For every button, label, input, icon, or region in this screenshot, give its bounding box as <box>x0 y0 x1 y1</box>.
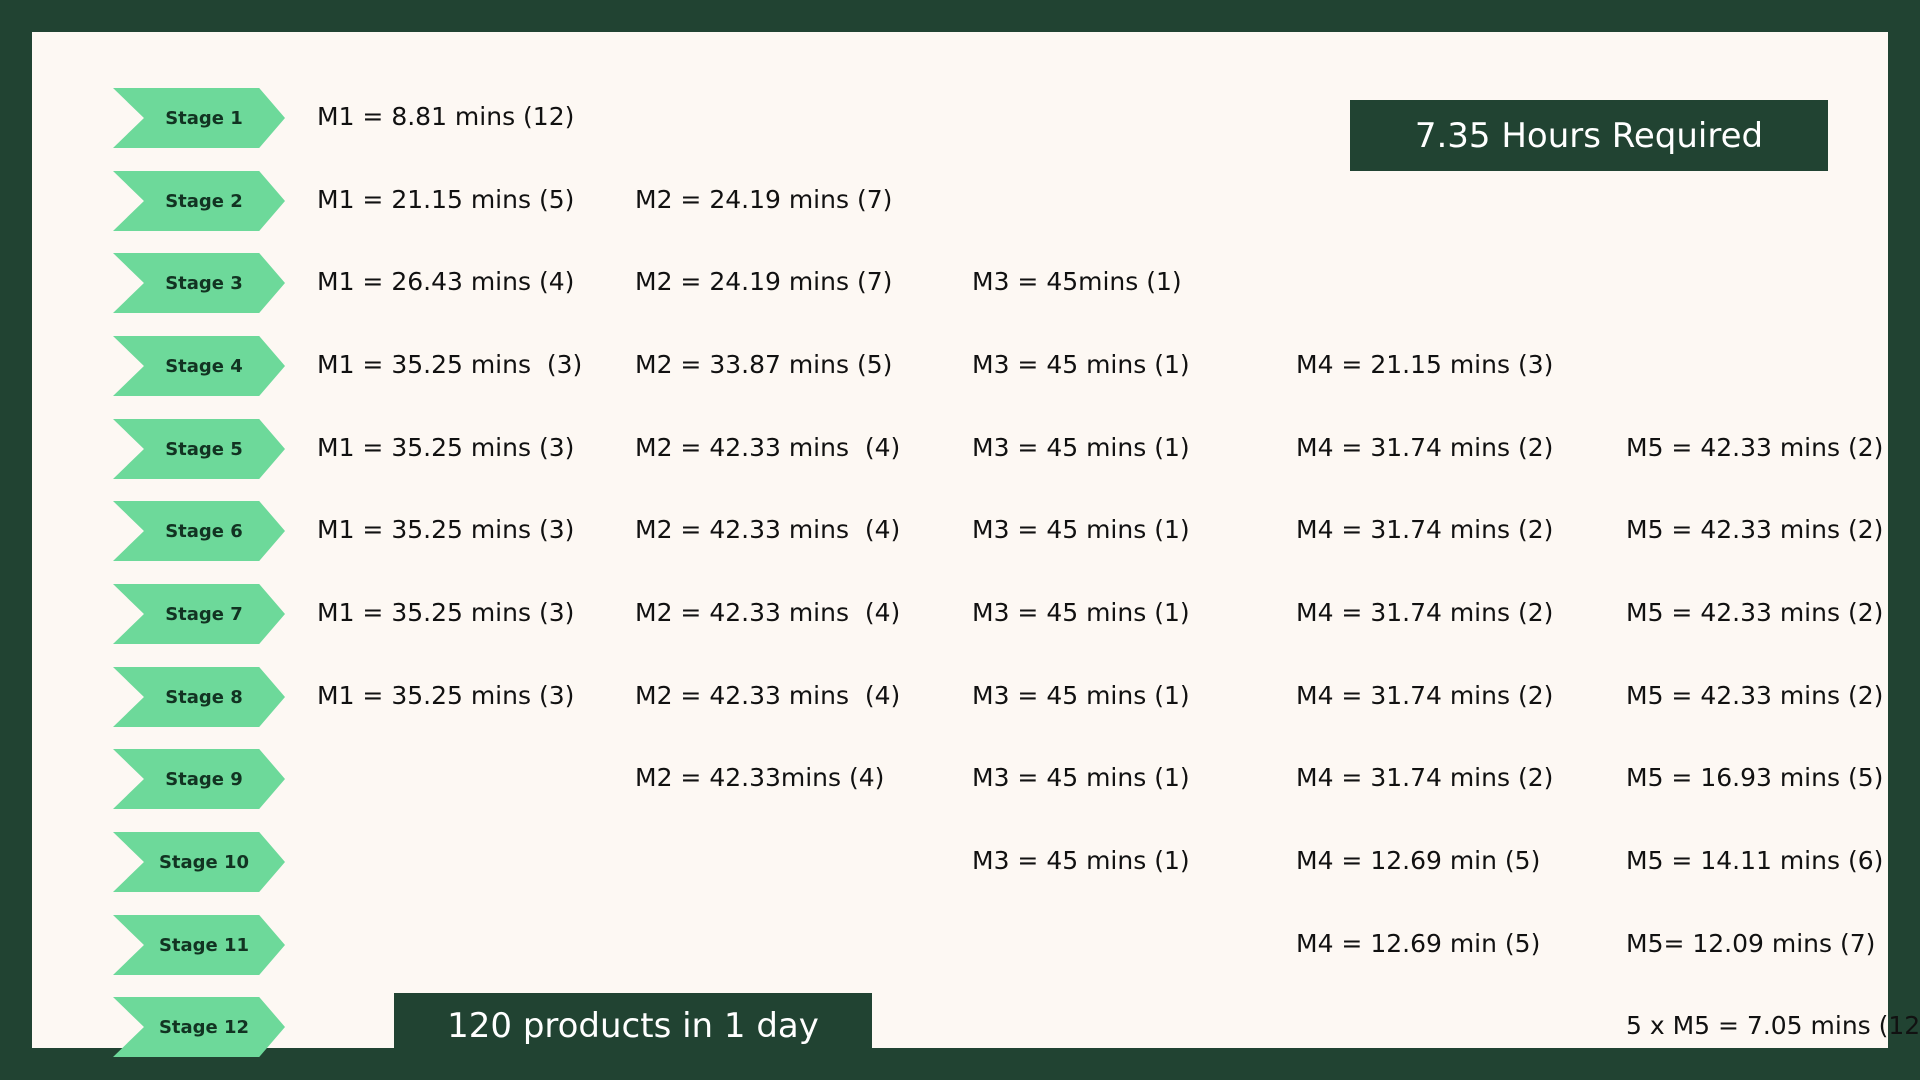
machine-time-m3: M3 = 45 mins (1) <box>972 681 1190 710</box>
machine-time-m2: M2 = 42.33 mins (4) <box>635 433 901 462</box>
machine-time-m5: M5 = 16.93 mins (5) <box>1626 763 1884 792</box>
hours-required-banner: 7.35 Hours Required <box>1350 100 1828 171</box>
stage-label: Stage 1 <box>165 107 243 129</box>
stage-label: Stage 6 <box>165 520 243 542</box>
stage-tag: Stage 10 <box>113 832 285 892</box>
machine-time-m5: M5 = 42.33 mins (2) <box>1626 433 1884 462</box>
stage-label: Stage 5 <box>165 438 243 460</box>
stage-label: Stage 7 <box>165 603 243 625</box>
stage-tag: Stage 12 <box>113 997 285 1057</box>
machine-time-m4: M4 = 12.69 min (5) <box>1296 929 1541 958</box>
machine-time-m3: M3 = 45 mins (1) <box>972 598 1190 627</box>
stage-label: Stage 11 <box>158 934 250 956</box>
machine-time-m5: M5= 12.09 mins (7) <box>1626 929 1876 958</box>
machine-time-m1: M1 = 35.25 mins (3) <box>317 681 575 710</box>
machine-time-m1: M1 = 35.25 mins (3) <box>317 350 583 379</box>
machine-time-m1: M1 = 26.43 mins (4) <box>317 267 575 296</box>
machine-time-m4: M4 = 31.74 mins (2) <box>1296 433 1554 462</box>
stage-tag: Stage 8 <box>113 667 285 727</box>
machine-time-m3: M3 = 45 mins (1) <box>972 350 1190 379</box>
machine-time-m2: M2 = 33.87 mins (5) <box>635 350 893 379</box>
machine-time-m4: M4 = 31.74 mins (2) <box>1296 763 1554 792</box>
machine-time-m4: M4 = 12.69 min (5) <box>1296 846 1541 875</box>
stage-tag: Stage 11 <box>113 915 285 975</box>
machine-time-m1: M1 = 35.25 mins (3) <box>317 433 575 462</box>
machine-time-m2: M2 = 42.33 mins (4) <box>635 681 901 710</box>
stage-label: Stage 9 <box>165 768 243 790</box>
stage-tag: Stage 5 <box>113 419 285 479</box>
machine-time-m2: M2 = 42.33mins (4) <box>635 763 885 792</box>
machine-time-m3: M3 = 45 mins (1) <box>972 515 1190 544</box>
machine-time-m4: M4 = 31.74 mins (2) <box>1296 598 1554 627</box>
machine-time-m1: M1 = 8.81 mins (12) <box>317 102 575 131</box>
machine-time-m2: M2 = 24.19 mins (7) <box>635 185 893 214</box>
machine-time-m4: M4 = 31.74 mins (2) <box>1296 681 1554 710</box>
stage-label: Stage 8 <box>165 686 243 708</box>
stage-label: Stage 12 <box>158 1016 250 1038</box>
machine-time-m2: M2 = 24.19 mins (7) <box>635 267 893 296</box>
stage-tag: Stage 1 <box>113 88 285 148</box>
stage-tag: Stage 4 <box>113 336 285 396</box>
stage-tag: Stage 2 <box>113 171 285 231</box>
stage-label: Stage 4 <box>165 355 243 377</box>
machine-time-m4: M4 = 31.74 mins (2) <box>1296 515 1554 544</box>
machine-time-m5: M5 = 42.33 mins (2) <box>1626 598 1884 627</box>
machine-time-m3: M3 = 45 mins (1) <box>972 433 1190 462</box>
machine-time-m1: M1 = 35.25 mins (3) <box>317 598 575 627</box>
stage-label: Stage 10 <box>158 851 250 873</box>
machine-time-m5: M5 = 14.11 mins (6) <box>1626 846 1884 875</box>
products-per-day-banner: 120 products in 1 day <box>394 993 872 1058</box>
machine-time-m3: M3 = 45 mins (1) <box>972 846 1190 875</box>
machine-time-m3: M3 = 45 mins (1) <box>972 763 1190 792</box>
machine-time-m4: M4 = 21.15 mins (3) <box>1296 350 1554 379</box>
stage-tag: Stage 9 <box>113 749 285 809</box>
machine-time-m3: M3 = 45mins (1) <box>972 267 1182 296</box>
machine-time-m5: 5 x M5 = 7.05 mins (12) <box>1626 1011 1920 1040</box>
machine-time-m5: M5 = 42.33 mins (2) <box>1626 681 1884 710</box>
machine-time-m1: M1 = 21.15 mins (5) <box>317 185 575 214</box>
machine-time-m2: M2 = 42.33 mins (4) <box>635 515 901 544</box>
machine-time-m1: M1 = 35.25 mins (3) <box>317 515 575 544</box>
machine-time-m2: M2 = 42.33 mins (4) <box>635 598 901 627</box>
machine-time-m5: M5 = 42.33 mins (2) <box>1626 515 1884 544</box>
stage-tag: Stage 6 <box>113 501 285 561</box>
stage-label: Stage 3 <box>165 272 243 294</box>
slide: Stage 1 M1 = 8.81 mins (12) Stage 2 M1 = 21… <box>32 32 1920 1058</box>
stage-label: Stage 2 <box>165 190 243 212</box>
stage-tag: Stage 3 <box>113 253 285 313</box>
stage-tag: Stage 7 <box>113 584 285 644</box>
